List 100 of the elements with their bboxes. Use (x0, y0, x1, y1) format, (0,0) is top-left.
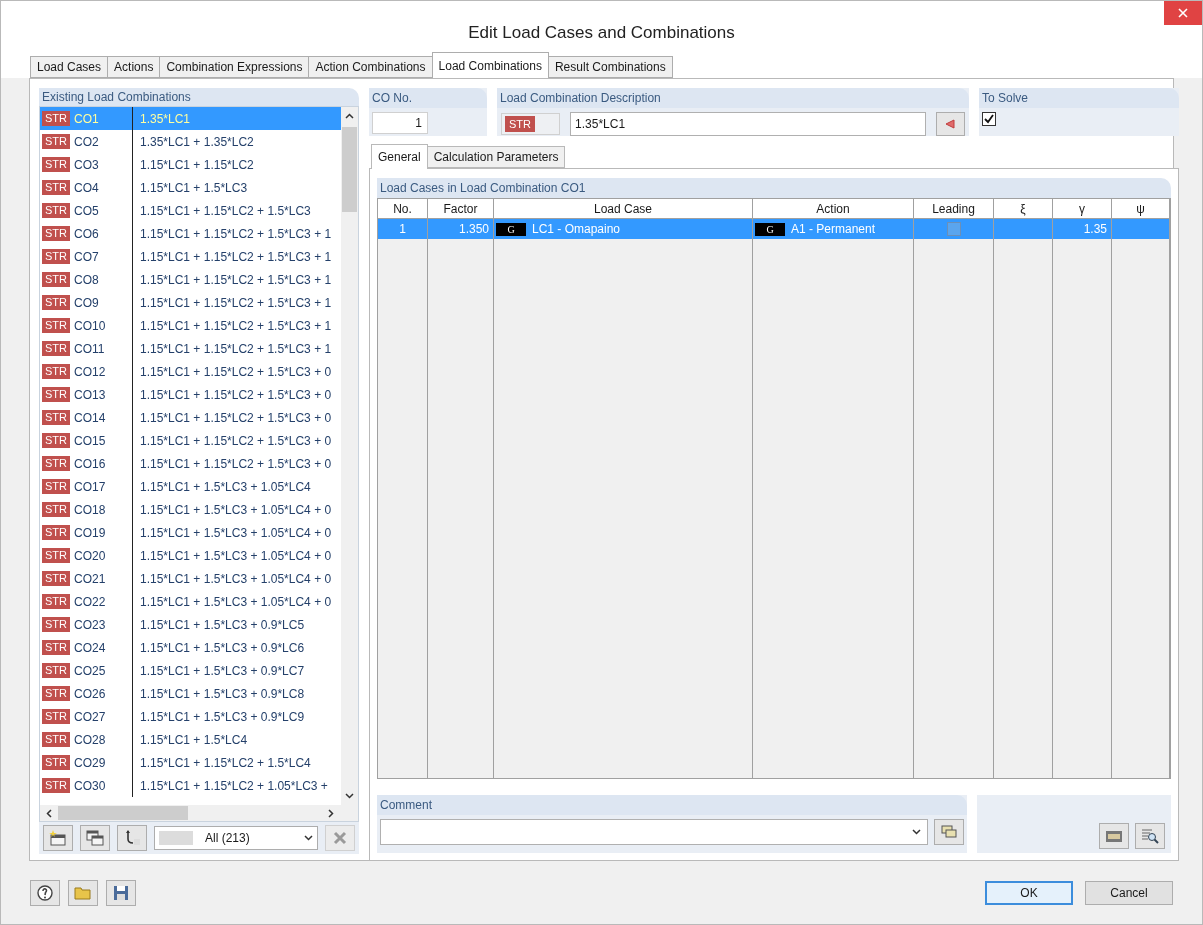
category-badge: STR (42, 433, 70, 449)
scroll-left-icon[interactable] (46, 808, 52, 818)
list-cell-text: 1.15*LC1 + 1.15*LC2 + 1.5*LC3 + 0 (140, 432, 332, 450)
tab[interactable]: Combination Expressions (159, 56, 310, 79)
scroll-up-icon[interactable] (345, 113, 354, 120)
dialog-button[interactable]: Cancel (1085, 880, 1173, 905)
list-row[interactable]: STR CO1 1.35*LC1 (40, 107, 341, 131)
list-cell-text: 1.15*LC1 + 1.15*LC2 + 1.5*LC3 (140, 202, 311, 220)
renumber-button[interactable] (117, 825, 147, 852)
category-badge: STR (42, 387, 70, 403)
table-cell-text: 1 (399, 221, 406, 239)
scrollbar[interactable] (341, 107, 358, 806)
table-cell-text: A1 - Permanent (791, 221, 876, 239)
scroll-right-icon[interactable] (328, 808, 334, 818)
list-cell-text: 1.15*LC1 + 1.5*LC3 + 0.9*LC6 (140, 639, 305, 657)
list-row[interactable]: STR CO28 1.15*LC1 + 1.5*LC4 (40, 728, 341, 752)
list-cell-text: CO25 (74, 662, 106, 680)
table-row[interactable]: 1 1.350 G LC1 - Omapaino G A1 - Permanent 1.35 (378, 219, 1170, 240)
tab[interactable]: Action Combinations (308, 56, 433, 79)
description-field[interactable]: 1.35*LC1 (570, 112, 926, 137)
list-cell-text: CO5 (74, 202, 99, 220)
list-row[interactable]: STR CO19 1.15*LC1 + 1.5*LC3 + 1.05*LC4 + 0 (40, 521, 341, 545)
close-button[interactable] (1164, 1, 1202, 25)
list-row[interactable]: STR CO16 1.15*LC1 + 1.15*LC2 + 1.5*LC3 + 0 (40, 452, 341, 476)
category-badge: G (755, 222, 785, 236)
help-icon (37, 884, 53, 901)
number-field[interactable]: 1 (372, 112, 428, 135)
list-row[interactable]: STR CO29 1.15*LC1 + 1.15*LC2 + 1.5*LC4 (40, 751, 341, 775)
list-row[interactable]: STR CO7 1.15*LC1 + 1.15*LC2 + 1.5*LC3 + 1 (40, 245, 341, 269)
scroll-down-icon[interactable] (345, 793, 354, 800)
list-row[interactable]: STR CO3 1.15*LC1 + 1.15*LC2 (40, 153, 341, 177)
save-button[interactable] (106, 879, 136, 906)
tab[interactable]: Result Combinations (547, 56, 673, 79)
list-row[interactable]: STR CO20 1.15*LC1 + 1.5*LC3 + 1.05*LC4 + 0 (40, 544, 341, 568)
list-cell-text: 1.15*LC1 + 1.5*LC3 + 1.05*LC4 + 0 (140, 501, 332, 519)
delete-button[interactable] (325, 825, 355, 852)
list-cell-text: 1.15*LC1 + 1.15*LC2 + 1.5*LC3 + 1 (140, 317, 332, 335)
panel-title: Existing Load Combinations (42, 89, 191, 107)
list-row[interactable]: STR CO30 1.15*LC1 + 1.15*LC2 + 1.05*LC3 + (40, 774, 341, 798)
tab[interactable]: Calculation Parameters (426, 146, 566, 169)
list-row[interactable]: STR CO4 1.15*LC1 + 1.5*LC3 (40, 176, 341, 200)
list-cell-text: CO7 (74, 248, 99, 266)
scrollbar[interactable] (40, 805, 358, 822)
list-cell-text: CO16 (74, 455, 106, 473)
list-row[interactable]: STR CO18 1.15*LC1 + 1.5*LC3 + 1.05*LC4 + 0 (40, 498, 341, 522)
list-row[interactable]: STR CO17 1.15*LC1 + 1.5*LC3 + 1.05*LC4 (40, 475, 341, 499)
tab[interactable]: Actions (107, 56, 161, 79)
table-title: Load Cases in Load Combination CO1 (380, 180, 586, 198)
column-header: γ (1079, 200, 1085, 218)
list-row[interactable]: STR CO21 1.15*LC1 + 1.5*LC3 + 1.05*LC4 + 0 (40, 567, 341, 591)
tab[interactable]: General (371, 144, 428, 170)
list-row[interactable]: STR CO15 1.15*LC1 + 1.15*LC2 + 1.5*LC3 + 0 (40, 429, 341, 453)
category-badge: STR (42, 502, 70, 518)
list-row[interactable]: STR CO24 1.15*LC1 + 1.5*LC3 + 0.9*LC6 (40, 636, 341, 660)
new-button[interactable] (43, 825, 73, 852)
checkbox[interactable] (946, 222, 961, 237)
dialog-button[interactable]: OK (985, 880, 1073, 905)
category-badge: STR (42, 134, 70, 150)
copy-button[interactable] (80, 825, 110, 852)
list-row[interactable]: STR CO11 1.15*LC1 + 1.15*LC2 + 1.5*LC3 + 1 (40, 337, 341, 361)
list-row[interactable]: STR CO25 1.15*LC1 + 1.5*LC3 + 0.9*LC7 (40, 659, 341, 683)
open-button[interactable] (68, 879, 98, 906)
category-badge: STR (42, 686, 70, 702)
pick-button[interactable] (935, 112, 965, 137)
help-button[interactable] (30, 879, 60, 906)
list-row[interactable]: STR CO6 1.15*LC1 + 1.15*LC2 + 1.5*LC3 + 1 (40, 222, 341, 246)
list-cell-text: CO2 (74, 133, 99, 151)
scroll-thumb[interactable] (342, 127, 357, 213)
list-cell-text: CO27 (74, 708, 106, 726)
comment-button[interactable] (934, 819, 964, 846)
scroll-thumb[interactable] (58, 806, 188, 821)
list-cell-text: 1.15*LC1 + 1.15*LC2 + 1.05*LC3 + (140, 777, 328, 795)
category-badge: STR (42, 617, 70, 633)
category-badge: STR (42, 272, 70, 288)
list-cell-text: CO6 (74, 225, 99, 243)
tab[interactable]: Load Cases (30, 56, 109, 79)
list-row[interactable]: STR CO12 1.15*LC1 + 1.15*LC2 + 1.5*LC3 + 0 (40, 360, 341, 384)
list-row[interactable]: STR CO14 1.15*LC1 + 1.15*LC2 + 1.5*LC3 + 0 (40, 406, 341, 430)
list-row[interactable]: STR CO9 1.15*LC1 + 1.15*LC2 + 1.5*LC3 + 1 (40, 291, 341, 315)
filter-dropdown[interactable]: All (213) (154, 826, 318, 851)
checkbox[interactable] (982, 112, 996, 127)
list-row[interactable]: STR CO23 1.15*LC1 + 1.5*LC3 + 0.9*LC5 (40, 613, 341, 637)
field-label: To Solve (982, 90, 1029, 108)
list-cell-text: 1.15*LC1 + 1.5*LC3 + 0.9*LC8 (140, 685, 305, 703)
edit-button[interactable] (1099, 823, 1129, 850)
comment-field[interactable] (380, 819, 928, 846)
list-cell-text: CO15 (74, 432, 106, 450)
list-row[interactable]: STR CO26 1.15*LC1 + 1.5*LC3 + 0.9*LC8 (40, 682, 341, 706)
list-row[interactable]: STR CO22 1.15*LC1 + 1.5*LC3 + 1.05*LC4 + 0 (40, 590, 341, 614)
column-header: No. (393, 200, 412, 218)
list-row[interactable]: STR CO5 1.15*LC1 + 1.15*LC2 + 1.5*LC3 (40, 199, 341, 223)
list-row[interactable]: STR CO13 1.15*LC1 + 1.15*LC2 + 1.5*LC3 + 0 (40, 383, 341, 407)
list-row[interactable]: STR CO27 1.15*LC1 + 1.5*LC3 + 0.9*LC9 (40, 705, 341, 729)
stacked-windows-icon (941, 825, 957, 840)
list-row[interactable]: STR CO8 1.15*LC1 + 1.15*LC2 + 1.5*LC3 + 1 (40, 268, 341, 292)
field-label: Load Combination Description (500, 90, 661, 108)
list-row[interactable]: STR CO2 1.35*LC1 + 1.35*LC2 (40, 130, 341, 154)
category-badge: STR (42, 180, 70, 196)
list-row[interactable]: STR CO10 1.15*LC1 + 1.15*LC2 + 1.5*LC3 + 1 (40, 314, 341, 338)
search-button[interactable] (1135, 823, 1165, 850)
